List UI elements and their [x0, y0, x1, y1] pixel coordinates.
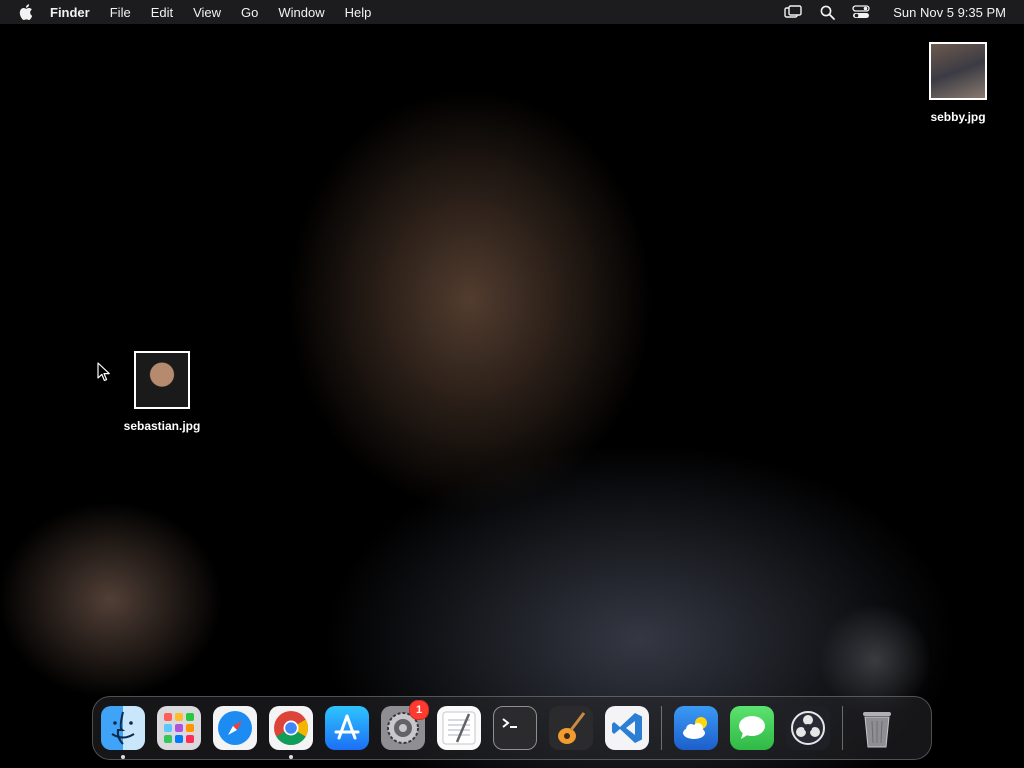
control-center-icon[interactable]	[851, 3, 871, 21]
dock-garageband[interactable]	[549, 706, 593, 750]
dock-chrome[interactable]	[269, 706, 313, 759]
menu-view[interactable]: View	[193, 5, 221, 20]
menu-edit[interactable]: Edit	[151, 5, 173, 20]
dock-launchpad[interactable]	[157, 706, 201, 750]
desktop-file-label: sebby.jpg	[930, 110, 986, 124]
desktop-file-sebby[interactable]: sebby.jpg	[918, 42, 998, 124]
dock-separator	[661, 706, 662, 750]
app-store-icon	[334, 714, 360, 740]
apple-menu-icon[interactable]	[16, 2, 36, 22]
chrome-icon	[274, 711, 308, 745]
dock-messages[interactable]	[730, 706, 774, 750]
garageband-icon	[558, 712, 586, 744]
dock-app-store[interactable]	[325, 706, 369, 750]
image-thumbnail	[134, 351, 190, 409]
notification-badge: 1	[409, 700, 429, 720]
spotlight-search-icon[interactable]	[817, 3, 837, 21]
dock-separator	[842, 706, 843, 750]
mouse-pointer-icon	[97, 362, 111, 387]
dock-vscode[interactable]	[605, 706, 649, 750]
desktop-file-sebastian[interactable]: sebastian.jpg	[112, 351, 212, 433]
dock: 1	[92, 696, 932, 760]
menu-window[interactable]: Window	[278, 5, 324, 20]
obs-icon	[791, 711, 825, 745]
dock-obs[interactable]	[786, 706, 830, 750]
menu-bar-clock[interactable]: Sun Nov 5 9:35 PM	[893, 5, 1006, 20]
running-indicator	[121, 755, 125, 759]
dock-finder[interactable]	[101, 706, 145, 759]
vscode-icon	[612, 713, 642, 743]
launchpad-icon	[164, 713, 194, 743]
dock-terminal[interactable]	[493, 706, 537, 750]
menu-file[interactable]: File	[110, 5, 131, 20]
finder-icon	[111, 711, 135, 745]
safari-icon	[218, 711, 252, 745]
menu-go[interactable]: Go	[241, 5, 258, 20]
terminal-icon	[502, 718, 517, 728]
dock-safari[interactable]	[213, 706, 257, 750]
screen-mirroring-icon[interactable]	[783, 3, 803, 21]
desktop-file-label: sebastian.jpg	[123, 419, 201, 433]
dock-textedit[interactable]	[437, 706, 481, 750]
menu-app-name[interactable]: Finder	[50, 5, 90, 20]
menu-bar: Finder File Edit View Go Window Help Sun…	[0, 0, 1024, 24]
dock-weather[interactable]	[674, 706, 718, 750]
weather-icon	[683, 717, 707, 739]
dock-system-settings[interactable]: 1	[381, 700, 429, 750]
image-thumbnail	[929, 42, 987, 100]
textedit-icon	[442, 711, 476, 745]
running-indicator	[289, 755, 293, 759]
dock-trash[interactable]	[855, 706, 899, 750]
menu-help[interactable]: Help	[345, 5, 372, 20]
trash-icon	[863, 712, 891, 748]
messages-icon	[739, 716, 765, 739]
